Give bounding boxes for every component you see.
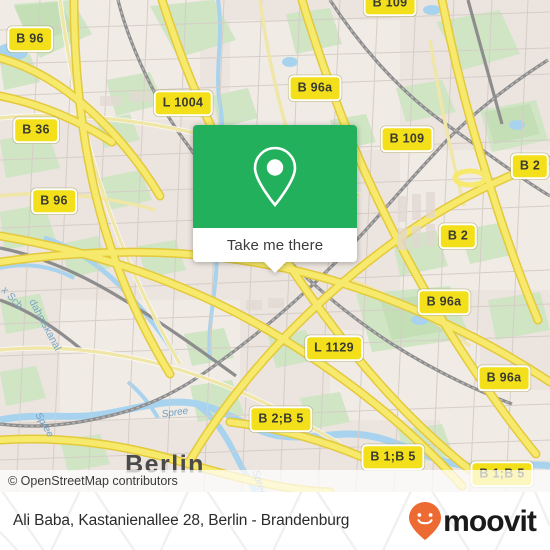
popup-pointer	[264, 262, 286, 273]
moovit-wordmark: moovit	[443, 505, 537, 538]
map-attribution[interactable]: © OpenStreetMap contributors	[0, 470, 550, 492]
moovit-smiley-pin-icon	[409, 502, 442, 540]
moovit-brand: moovit	[408, 501, 537, 541]
road-shield[interactable]: B 96a	[288, 75, 342, 101]
road-shield[interactable]: B 96a	[477, 365, 531, 391]
popup-card-header	[193, 125, 357, 228]
road-shield[interactable]: B 36	[13, 117, 59, 143]
bottom-info-bar: Ali Baba, Kastanienallee 28, Berlin - Br…	[0, 492, 550, 550]
take-me-there-label: Take me there	[226, 236, 324, 254]
map-pin-icon	[253, 146, 297, 207]
road-shield[interactable]: B 109	[363, 0, 417, 16]
road-shield[interactable]: B 2	[438, 223, 478, 249]
map-canvas[interactable]: B 96 B 96a L 1004 B 109 B 36 B 109 B 2 B…	[0, 0, 550, 492]
location-address: Ali Baba, Kastanienallee 28, Berlin - Br…	[13, 512, 350, 529]
attribution-text: © OpenStreetMap contributors	[8, 474, 178, 488]
location-popup-card[interactable]: Take me there	[193, 125, 357, 273]
road-shield[interactable]: B 96	[7, 26, 53, 52]
road-shield[interactable]: B 96	[31, 188, 77, 214]
road-shield[interactable]: L 1004	[153, 90, 213, 116]
moovit-location-share-image: B 96 B 96a L 1004 B 109 B 36 B 109 B 2 B…	[0, 0, 550, 550]
road-shield[interactable]: B 2	[510, 153, 550, 179]
road-shield[interactable]: B 2;B 5	[249, 406, 313, 432]
road-shield[interactable]: L 1129	[305, 335, 363, 361]
road-shield[interactable]: B 1;B 5	[361, 444, 425, 470]
road-shield[interactable]: B 96a	[417, 289, 471, 315]
popup-card-footer[interactable]: Take me there	[193, 228, 357, 273]
road-shield[interactable]: B 109	[380, 126, 434, 152]
